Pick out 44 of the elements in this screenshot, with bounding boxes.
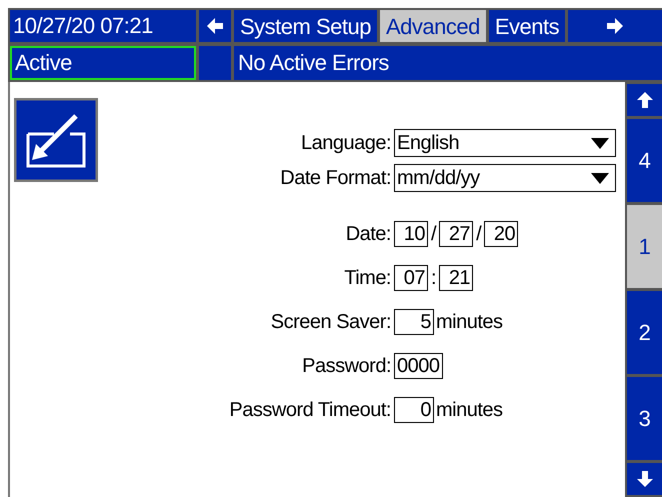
caret-icon [591,172,609,184]
caret-icon [591,138,609,148]
value-box[interactable]: 5 [394,309,434,335]
left-arrow-icon [205,16,225,36]
up-arrow-icon [634,90,654,110]
value-box[interactable]: 27 [439,221,474,247]
field-label: Screen Saver: [270,310,392,335]
previous-button[interactable] [199,10,231,42]
field-label: Language: [300,131,392,156]
field-label: Time: [343,266,392,291]
right-arrow-icon [605,16,626,36]
tab[interactable]: Events [488,10,566,42]
separator: / [431,222,436,247]
tab[interactable]: Advanced [380,10,486,42]
unit-label: minutes [436,310,503,335]
datetime: 10/27/20 07:21 [10,10,196,42]
scroll-down-button[interactable] [627,463,662,495]
page-tab[interactable]: 2 [627,291,662,374]
page-tab[interactable]: 1 [627,205,662,288]
value-box[interactable]: 0 [394,397,434,423]
next-button[interactable] [568,10,662,42]
value-box[interactable]: 0000 [394,353,442,379]
dropdown-field[interactable]: mm/dd/yy [394,164,616,192]
value-box[interactable]: 21 [439,265,474,291]
separator: / [476,222,482,247]
status-state: Active [10,46,196,80]
separator: : [431,266,436,291]
field-label: Password Timeout: [228,398,392,423]
scroll-up-button[interactable] [627,84,662,116]
status-indicator [199,46,231,80]
value-box[interactable]: 20 [484,221,518,247]
unit-label: minutes [436,398,503,423]
field-label: Date: [344,222,392,247]
field-label: Date Format: [279,166,392,191]
status-message: No Active Errors [234,46,662,80]
down-arrow-icon [634,469,654,489]
value-box[interactable]: 07 [394,265,428,291]
tab[interactable]: System Setup [234,10,377,42]
value-box[interactable]: 10 [394,221,428,247]
dropdown-field[interactable]: English [394,129,616,157]
edit-icon [14,98,98,182]
page-tab[interactable]: 4 [627,119,662,202]
field-label: Password: [301,354,392,379]
page-tab[interactable]: 3 [627,377,662,460]
